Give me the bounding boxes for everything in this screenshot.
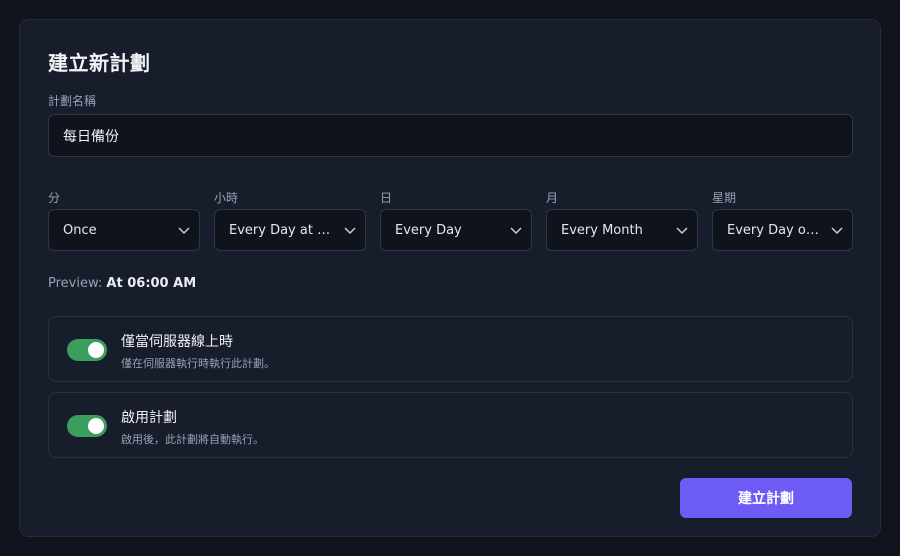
- option-enable-schedule: 啟用計劃 啟用後，此計劃將自動執行。: [48, 392, 853, 458]
- day-select-value: Every Day: [395, 222, 462, 238]
- month-select[interactable]: Every Month: [546, 209, 698, 251]
- option-title: 僅當伺服器線上時: [121, 334, 233, 350]
- page-title: 建立新計劃: [48, 51, 151, 75]
- preview-label: Preview:: [48, 276, 103, 291]
- minute-select[interactable]: Once: [48, 209, 200, 251]
- day-select[interactable]: Every Day: [380, 209, 532, 251]
- weekday-select[interactable]: Every Day of the Week: [712, 209, 853, 251]
- chevron-down-icon: [831, 227, 843, 235]
- minute-label: 分: [48, 191, 61, 205]
- toggle-knob: [88, 418, 104, 434]
- weekday-select-value: Every Day of the Week: [727, 222, 822, 238]
- option-description: 僅在伺服器執行時執行此計劃。: [121, 357, 275, 370]
- month-label: 月: [546, 191, 559, 205]
- option-description: 啟用後，此計劃將自動執行。: [121, 433, 264, 446]
- minute-select-value: Once: [63, 222, 97, 238]
- month-select-value: Every Month: [561, 222, 643, 238]
- preview-value: At 06:00 AM: [106, 276, 197, 291]
- chevron-down-icon: [344, 227, 356, 235]
- day-label: 日: [380, 191, 393, 205]
- only-online-toggle[interactable]: [67, 339, 107, 361]
- schedule-name-input[interactable]: [48, 114, 853, 157]
- hour-select[interactable]: Every Day at 6:00: [214, 209, 366, 251]
- hour-select-value: Every Day at 6:00: [229, 222, 335, 238]
- chevron-down-icon: [178, 227, 190, 235]
- weekday-label: 星期: [712, 191, 737, 205]
- enable-schedule-toggle[interactable]: [67, 415, 107, 437]
- hour-label: 小時: [214, 191, 239, 205]
- chevron-down-icon: [510, 227, 522, 235]
- create-schedule-button[interactable]: 建立計劃: [680, 478, 852, 518]
- option-only-when-online: 僅當伺服器線上時 僅在伺服器執行時執行此計劃。: [48, 316, 853, 382]
- name-label: 計劃名稱: [48, 94, 97, 108]
- cron-preview: Preview: At 06:00 AM: [48, 276, 196, 291]
- toggle-knob: [88, 342, 104, 358]
- option-title: 啟用計劃: [121, 410, 177, 426]
- create-schedule-card: 建立新計劃 計劃名稱 分 Once 小時 Every Day at 6:00 日…: [19, 19, 881, 537]
- chevron-down-icon: [676, 227, 688, 235]
